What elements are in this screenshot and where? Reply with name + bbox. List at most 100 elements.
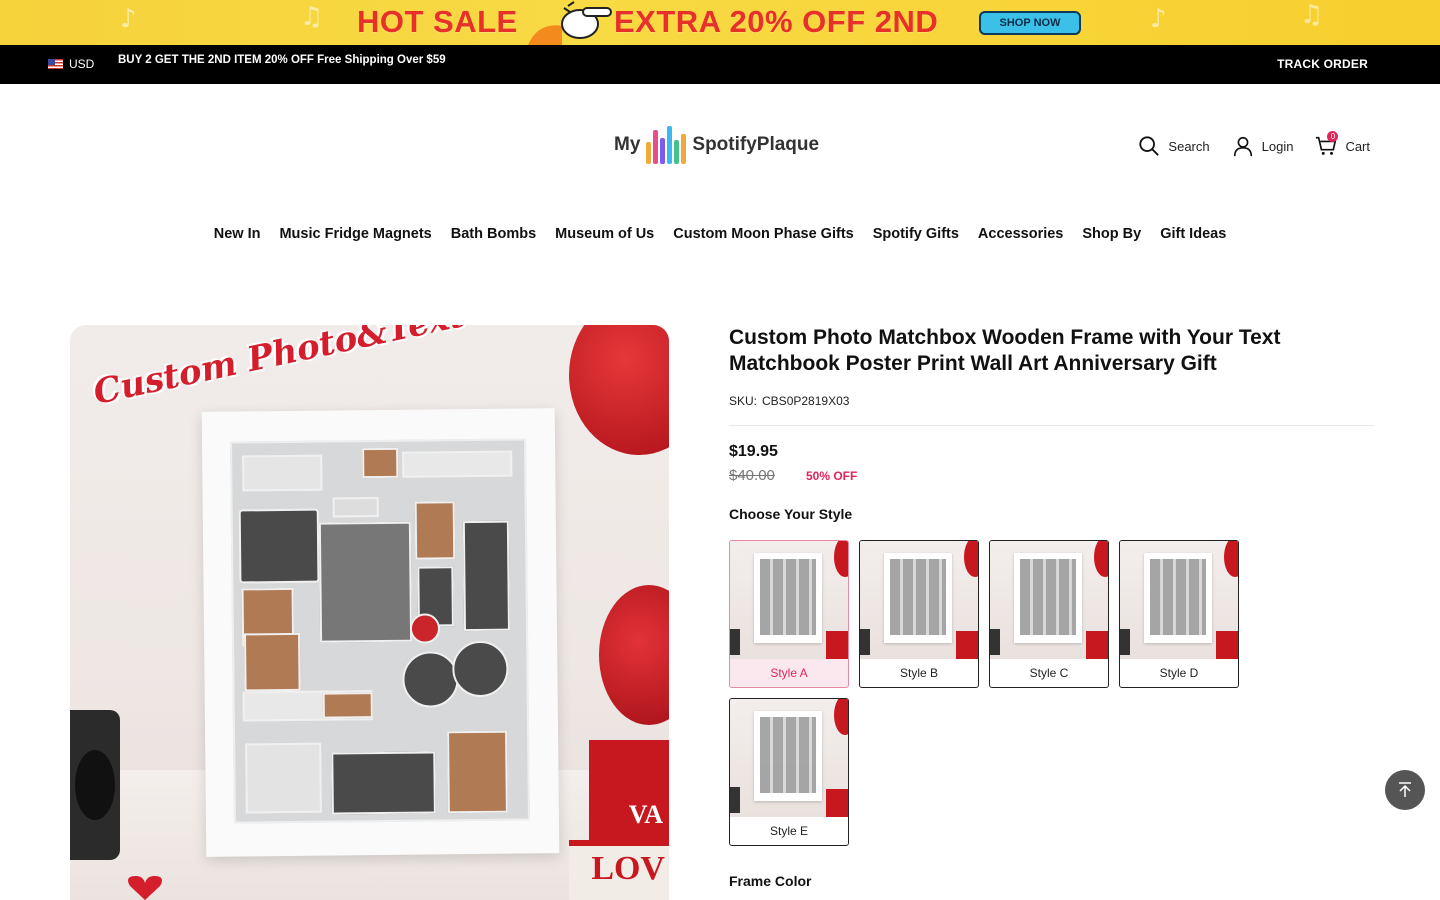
nav-item-music-fridge-magnets[interactable]: Music Fridge Magnets (279, 226, 431, 242)
red-book-prop (1086, 631, 1108, 659)
style-thumbnail (730, 699, 848, 817)
red-balloon-decor (834, 541, 848, 577)
style-thumbnail (730, 541, 848, 659)
nav-item-custom-moon-phase-gifts[interactable]: Custom Moon Phase Gifts (673, 226, 853, 242)
music-note-icon: ♫ (1300, 0, 1324, 30)
camera-prop (730, 629, 740, 655)
top-bar: USD BUY 2 GET THE 2ND ITEM 20% OFF Free … (0, 45, 1440, 84)
search-button[interactable]: Search (1138, 135, 1210, 157)
site-logo[interactable]: My SpotifyPlaque (614, 126, 819, 164)
camera-prop (990, 629, 1000, 655)
currency-selector[interactable]: USD (48, 57, 94, 71)
product-main-image[interactable]: VA LOV Custom Photo&Text (70, 325, 669, 900)
style-option-label: Choose Your Style (729, 506, 853, 522)
equalizer-logo-icon (646, 126, 687, 164)
sku-value: CBS0P2819X03 (762, 394, 850, 408)
back-to-top-button[interactable] (1385, 770, 1425, 810)
nav-item-spotify-gifts[interactable]: Spotify Gifts (873, 226, 959, 242)
photo-frame (754, 711, 822, 801)
style-options: Style A Style B Style C Style D Style E (729, 540, 1269, 846)
search-label: Search (1168, 138, 1210, 154)
style-option-b[interactable]: Style B (859, 540, 979, 688)
photo-frame (754, 553, 822, 643)
style-option-a[interactable]: Style A (729, 540, 849, 688)
red-book-prop (956, 631, 978, 659)
login-label: Login (1261, 138, 1294, 154)
book-lettering: VA (628, 800, 663, 829)
divider (729, 425, 1374, 426)
user-icon (1233, 136, 1252, 157)
red-book-prop (826, 789, 848, 817)
nav-item-bath-bombs[interactable]: Bath Bombs (451, 226, 536, 242)
arrow-up-icon (1399, 782, 1411, 797)
photo-frame (1144, 553, 1212, 643)
style-option-label: Style E (769, 824, 808, 838)
original-price: $40.00 (729, 467, 775, 484)
small-card (332, 497, 379, 518)
nav-item-museum-of-us[interactable]: Museum of Us (555, 226, 654, 242)
style-option-label: Style B (899, 666, 938, 680)
shop-now-button[interactable]: SHOP NOW (979, 11, 1081, 35)
camera-photo (331, 751, 436, 815)
promo-headline-right: EXTRA 20% OFF 2ND (614, 4, 939, 39)
red-balloon-decor (569, 325, 669, 455)
red-heart-decor (599, 585, 669, 725)
red-balloon-decor (1224, 541, 1238, 577)
matchbox-sketch (245, 742, 322, 814)
camera-prop (1120, 629, 1130, 655)
track-order-link[interactable]: TRACK ORDER (1277, 57, 1368, 71)
style-option-c[interactable]: Style C (989, 540, 1109, 688)
music-note-icon: ♪ (120, 4, 137, 34)
red-balloon-decor (964, 541, 978, 577)
discount-badge: 50% OFF (806, 469, 858, 483)
product-title: Custom Photo Matchbox Wooden Frame with … (729, 326, 1281, 375)
heart-locket (402, 651, 459, 708)
logo-prefix: My (614, 134, 641, 155)
promo-banner[interactable]: ♪ ♫ ♪ ♫ HOT SALE EXTRA 20% OFF 2ND SHOP … (0, 0, 1440, 45)
couple-photo (462, 520, 510, 632)
couple-photo (244, 632, 301, 692)
matchsticks (322, 692, 373, 719)
red-book-prop (1216, 631, 1238, 659)
login-button[interactable]: Login (1232, 135, 1294, 157)
main-nav: New In Music Fridge Magnets Bath Bombs M… (0, 226, 1440, 242)
announcement-text: BUY 2 GET THE 2ND ITEM 20% OFF Free Ship… (118, 54, 446, 66)
product-sku: SKU: CBS0P2819X03 (729, 394, 849, 408)
book-lettering: LOV (591, 850, 665, 887)
poker-chip (409, 613, 441, 644)
cart-button[interactable]: 0 Cart (1315, 131, 1370, 157)
camera-prop (730, 787, 740, 813)
nav-item-new-in[interactable]: New In (214, 226, 261, 242)
style-option-label: Style A (770, 666, 808, 680)
nav-item-accessories[interactable]: Accessories (978, 226, 1063, 242)
pointing-hand-icon (528, 1, 612, 45)
style-thumbnail (990, 541, 1108, 659)
nav-item-gift-ideas[interactable]: Gift Ideas (1160, 226, 1226, 242)
current-price: $19.95 (729, 443, 778, 460)
music-note-icon: ♫ (300, 2, 324, 32)
style-option-d[interactable]: Style D (1119, 540, 1239, 688)
style-option-label: Style C (1029, 666, 1069, 680)
currency-label: USD (69, 57, 95, 71)
style-option-label: Style D (1159, 666, 1199, 680)
couple-photo (238, 508, 320, 584)
search-icon (1139, 136, 1160, 156)
style-thumbnail (860, 541, 978, 659)
red-balloon-decor (1094, 541, 1108, 577)
frame-color-label: Frame Color (729, 873, 812, 889)
date-plate (402, 450, 513, 478)
header-actions: Search Login 0 Cart (1138, 131, 1370, 157)
matchbox-collage (229, 438, 530, 824)
photo-frame (201, 408, 560, 857)
logo-name: SpotifyPlaque (692, 134, 820, 155)
couple-photo (447, 730, 508, 814)
style-option-e[interactable]: Style E (729, 698, 849, 846)
nav-item-shop-by[interactable]: Shop By (1082, 226, 1141, 242)
photo-frame (1014, 553, 1082, 643)
promo-headline-left: HOT SALE (357, 4, 518, 39)
couple-photo (318, 521, 413, 643)
custom-photo-text-overlay: Custom Photo&Text (89, 325, 469, 413)
matchsticks (362, 447, 399, 479)
heart-confetti-icon (128, 876, 162, 900)
red-balloon-decor (834, 699, 848, 735)
